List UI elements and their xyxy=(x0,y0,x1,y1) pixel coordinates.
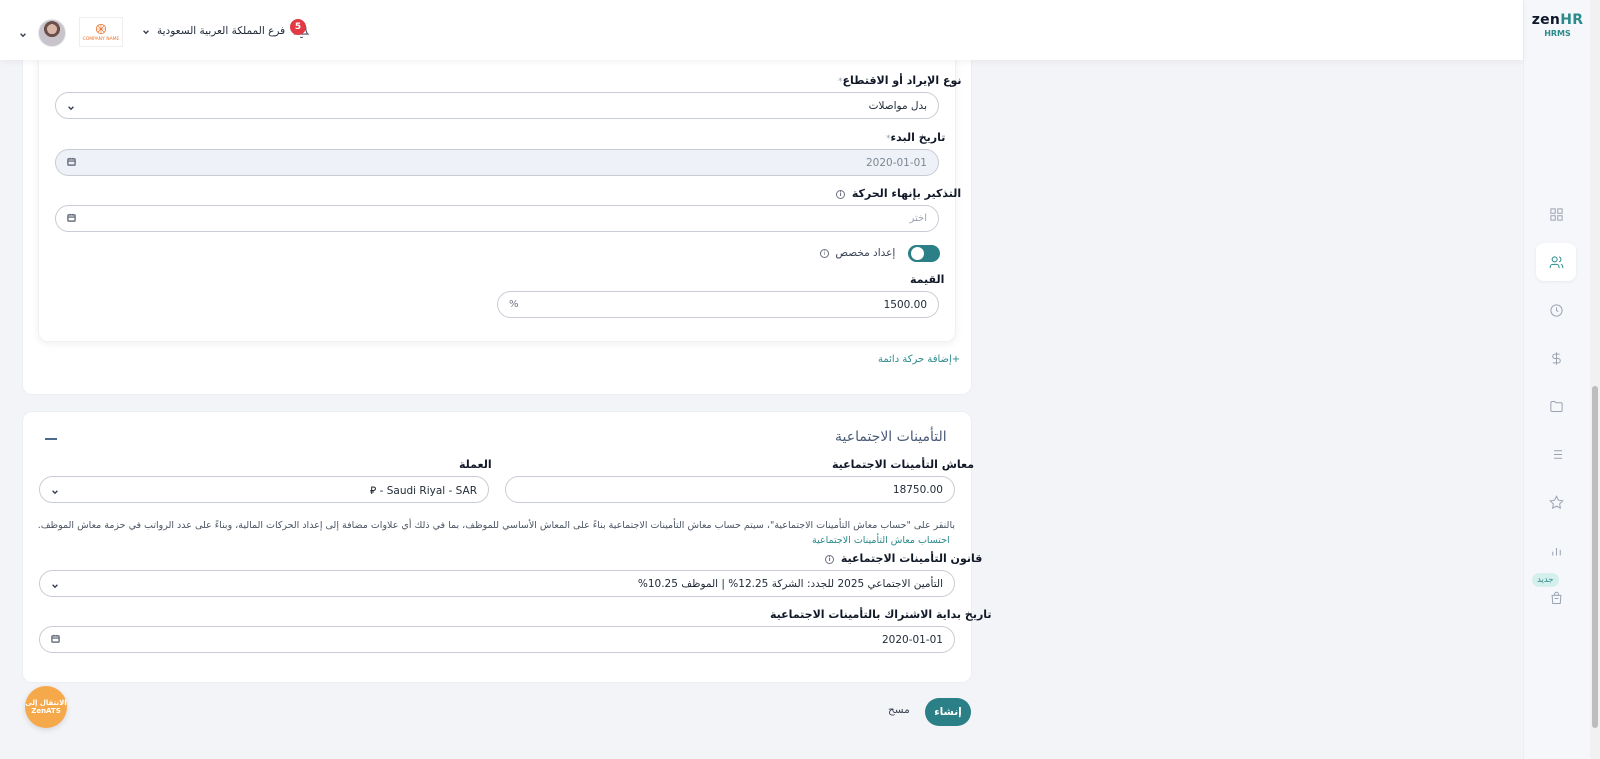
chevron-down-icon xyxy=(51,486,59,494)
subscription-start-label: تاريخ بداية الاشتراك بالتأمينات الاجتماع… xyxy=(770,608,992,621)
insurance-salary-input[interactable]: 18750.00 xyxy=(505,476,955,503)
page-scrollbar[interactable] xyxy=(1590,0,1600,759)
main-sidebar: zenHR HRMS جديد xyxy=(1523,0,1590,759)
info-icon[interactable]: i xyxy=(820,248,829,258)
list-icon xyxy=(1550,449,1562,459)
folder-icon xyxy=(1549,400,1563,412)
calculate-insurance-link[interactable]: احتساب معاش التأمينات الاجتماعية xyxy=(812,535,950,546)
custom-setting-label: إعداد مخصص i xyxy=(820,247,895,259)
branch-selector[interactable]: فرع المملكة العربية السعودية xyxy=(142,25,285,37)
top-header: 5 فرع المملكة العربية السعودية COMPANY N… xyxy=(0,0,1523,60)
dollar-icon xyxy=(1551,351,1561,365)
nav-attendance[interactable] xyxy=(1536,291,1576,329)
nav-dashboard[interactable] xyxy=(1536,195,1576,233)
nav-requests[interactable] xyxy=(1536,435,1576,473)
user-avatar[interactable] xyxy=(38,19,66,47)
transaction-type-select[interactable]: بدل مواصلات xyxy=(55,92,939,119)
chevron-down-icon xyxy=(67,102,75,110)
chevron-down-icon xyxy=(142,27,150,35)
insurance-law-label: قانون التأمينات الاجتماعية i xyxy=(825,552,982,565)
company-logo: COMPANY NAME xyxy=(79,17,123,47)
insurance-law-value: التأمين الاجتماعي 2025 للجدد: الشركة 12.… xyxy=(637,577,943,590)
branch-name: فرع المملكة العربية السعودية xyxy=(157,25,286,37)
percent-suffix: % xyxy=(509,299,519,310)
subscription-start-value: 2020-01-01 xyxy=(881,633,943,646)
calendar-icon xyxy=(67,212,76,225)
calendar-icon xyxy=(51,633,60,646)
insurance-salary-value: 18750.00 xyxy=(892,483,943,496)
star-icon xyxy=(1548,494,1564,509)
value-label: القيمة xyxy=(910,273,945,286)
nav-payroll[interactable] xyxy=(1536,339,1576,377)
nav-performance[interactable] xyxy=(1536,483,1576,521)
custom-setting-toggle[interactable] xyxy=(908,245,940,262)
bag-icon xyxy=(1551,591,1561,604)
insurance-salary-label: معاش التأمينات الاجتماعية xyxy=(832,458,975,471)
users-icon xyxy=(1549,255,1563,268)
chevron-down-icon xyxy=(51,580,59,588)
transaction-type-value: بدل مواصلات xyxy=(868,99,927,112)
start-date-label: تاريخ البدء* xyxy=(886,131,946,144)
zenats-switch-button[interactable]: الانتقال إلى ZenATS xyxy=(25,686,67,728)
logo-sub-text: HRMS xyxy=(1544,29,1571,38)
value-input[interactable]: 1500.00 % xyxy=(497,291,939,318)
info-icon[interactable]: i xyxy=(825,554,834,564)
collapse-section-icon[interactable] xyxy=(45,438,57,440)
add-recurring-transaction-link[interactable]: +إضافة حركة دائمة xyxy=(878,354,960,365)
insurance-law-select[interactable]: التأمين الاجتماعي 2025 للجدد: الشركة 12.… xyxy=(39,570,955,597)
logo-main-text: zen xyxy=(1531,12,1561,28)
subscription-start-field[interactable]: 2020-01-01 xyxy=(39,626,955,653)
value-amount: 1500.00 xyxy=(883,298,927,311)
zenats-line1: الانتقال إلى xyxy=(25,698,67,707)
nav-reports[interactable] xyxy=(1536,531,1576,569)
grid-icon xyxy=(1549,207,1563,221)
reminder-label: التذكير بإنهاء الحركة i xyxy=(836,187,961,200)
notification-count-badge: 5 xyxy=(290,19,306,35)
reminder-placeholder: اختر xyxy=(909,213,928,224)
calendar-icon xyxy=(67,156,76,169)
currency-value: Saudi Riyal - SAR - ⃁ xyxy=(370,484,477,497)
nav-documents[interactable] xyxy=(1536,387,1576,425)
transaction-type-label: نوع الإيراد أو الاقتطاع* xyxy=(838,74,962,87)
chevron-down-icon[interactable] xyxy=(19,29,27,38)
nav-employees[interactable] xyxy=(1536,243,1576,281)
clear-button[interactable]: مسح xyxy=(888,704,910,716)
info-icon[interactable]: i xyxy=(836,189,845,199)
nav-marketplace[interactable] xyxy=(1536,579,1576,617)
social-insurance-title: التأمينات الاجتماعية xyxy=(835,429,947,445)
currency-label: العملة xyxy=(459,458,492,471)
create-button[interactable]: إنشاء xyxy=(925,698,971,726)
scrollbar-thumb[interactable] xyxy=(1592,386,1598,728)
clock-icon xyxy=(1549,303,1563,317)
start-date-field[interactable]: 2020-01-01 xyxy=(55,149,939,176)
currency-select[interactable]: Saudi Riyal - SAR - ⃁ xyxy=(39,476,489,503)
insurance-calculation-note: بالنقر على "حساب معاش التأمينات الاجتماع… xyxy=(37,520,955,531)
zenats-line2: ZenATS xyxy=(31,707,61,715)
start-date-value: 2020-01-01 xyxy=(865,156,927,169)
zenhr-logo[interactable]: zenHR HRMS xyxy=(1524,12,1591,38)
company-logo-text: COMPANY NAME xyxy=(82,37,120,42)
reminder-date-field[interactable]: اختر xyxy=(55,205,939,232)
logo-accent-text: HR xyxy=(1560,12,1584,28)
bar-chart-icon xyxy=(1551,547,1561,555)
